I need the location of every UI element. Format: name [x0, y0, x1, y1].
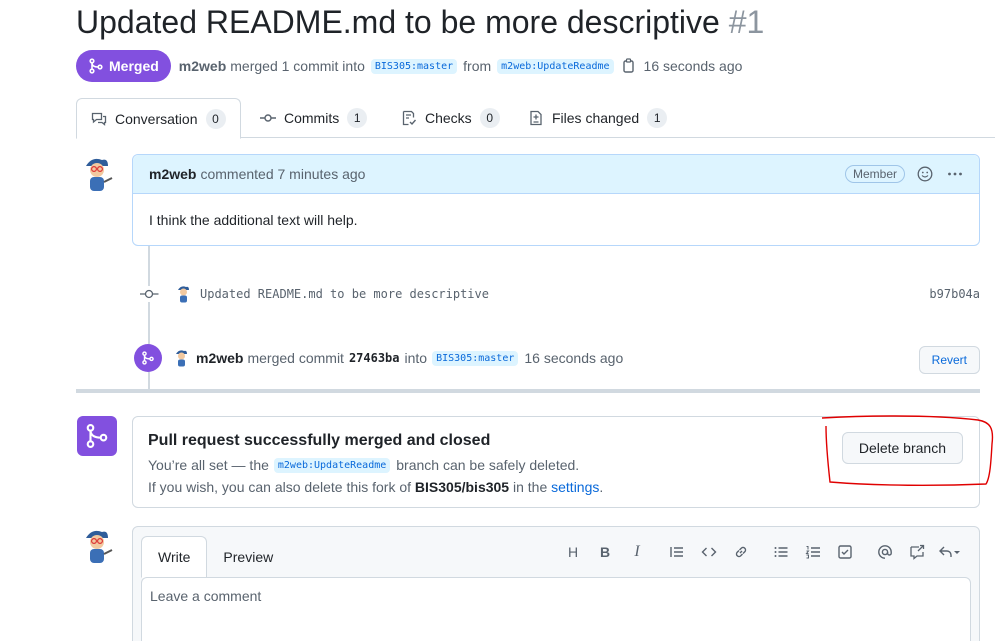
revert-button[interactable]: Revert: [918, 346, 980, 374]
tab-files-changed[interactable]: Files changed 1: [528, 98, 668, 138]
merge-status-box: Pull request successfully merged and clo…: [132, 416, 980, 508]
git-commit-icon: [138, 286, 160, 302]
line2-end: .: [599, 479, 604, 495]
state-label: Merged: [109, 58, 159, 74]
merge-time[interactable]: 16 seconds ago: [524, 350, 623, 366]
comment-textarea[interactable]: Leave a comment: [141, 577, 971, 641]
code-icon[interactable]: [693, 541, 725, 563]
comment-header: m2web commented 7 minutes ago Member: [133, 155, 979, 194]
line1-pre: You’re all set — the: [148, 457, 269, 473]
pr-time: 16 seconds ago: [643, 58, 743, 74]
pr-title-text: Updated README.md to be more descriptive: [76, 4, 720, 40]
git-merge-icon: [89, 58, 103, 74]
task-list-icon[interactable]: [829, 541, 861, 563]
avatar[interactable]: [78, 154, 118, 194]
avatar[interactable]: [172, 348, 192, 368]
git-merge-icon: [86, 424, 108, 448]
merge-event: m2web merged commit 27463ba into BIS305:…: [134, 343, 980, 374]
comment-discussion-icon: [91, 112, 107, 126]
checklist-icon: [402, 110, 417, 126]
line1-post: branch can be safely deleted.: [396, 457, 580, 473]
tab-label: Checks: [425, 110, 472, 126]
merge-status-line2: If you wish, you can also delete this fo…: [148, 479, 603, 495]
pr-number: #1: [728, 4, 765, 40]
pr-author-link[interactable]: m2web: [179, 58, 226, 74]
copy-icon[interactable]: [622, 58, 636, 74]
tab-label: Conversation: [115, 110, 198, 127]
merge-event-badge: [134, 344, 162, 372]
commit-item: Updated README.md to be more descriptive…: [138, 282, 980, 306]
into-text: into: [404, 350, 428, 366]
tab-label: Commits: [284, 110, 340, 126]
tab-label: Files changed: [552, 110, 640, 126]
tab-conversation[interactable]: Conversation 0: [76, 98, 241, 139]
tab-checks[interactable]: Checks 0: [401, 98, 500, 138]
member-badge: Member: [844, 165, 905, 183]
tab-commits[interactable]: Commits 1: [260, 98, 368, 138]
merge-status-heading: Pull request successfully merged and clo…: [148, 432, 491, 449]
pr-tabs: Conversation 0 Commits 1 Checks 0 Files …: [76, 98, 995, 139]
commit-message[interactable]: Updated README.md to be more descriptive: [200, 287, 489, 301]
merge-base-branch[interactable]: BIS305:master: [432, 350, 519, 366]
kebab-horizontal-icon[interactable]: [947, 166, 963, 182]
merge-text: merged commit: [247, 350, 344, 366]
tab-counter: 1: [347, 108, 368, 128]
tab-counter: 1: [647, 108, 668, 128]
smiley-icon[interactable]: [917, 166, 933, 182]
avatar[interactable]: [174, 284, 194, 304]
settings-link[interactable]: settings: [551, 479, 599, 495]
tab-preview[interactable]: Preview: [207, 536, 289, 577]
comment-body: I think the additional text will help.: [149, 212, 358, 228]
merge-commit-sha[interactable]: 27463ba: [349, 351, 400, 365]
pr-meta: Merged m2web merged 1 commit into BIS305…: [76, 50, 742, 82]
editor-tabs: Write Preview: [141, 536, 289, 578]
merge-status-line1: You’re all set — the m2web:UpdateReadme …: [148, 457, 579, 473]
fork-repo-name: BIS305/bis305: [414, 479, 510, 495]
cross-reference-icon[interactable]: [901, 541, 933, 563]
merge-summary: merged 1 commit into: [230, 58, 365, 74]
line2-pre: If you wish, you can also delete this fo…: [148, 479, 412, 495]
delete-branch-name[interactable]: m2web:UpdateReadme: [273, 457, 391, 473]
unordered-list-icon[interactable]: [765, 541, 797, 563]
comment-card: m2web commented 7 minutes ago Member I t…: [132, 154, 980, 246]
avatar[interactable]: [78, 526, 118, 566]
pr-title: Updated README.md to be more descriptive…: [76, 4, 764, 41]
comment-meta[interactable]: commented 7 minutes ago: [200, 166, 365, 182]
merged-status-icon: [77, 416, 117, 456]
ordered-list-icon[interactable]: [797, 541, 829, 563]
file-diff-icon: [530, 110, 542, 126]
markdown-toolbar: H B I: [557, 541, 965, 563]
base-branch[interactable]: BIS305:master: [370, 58, 458, 74]
reply-icon[interactable]: [933, 541, 965, 563]
link-icon[interactable]: [725, 541, 757, 563]
merge-author[interactable]: m2web: [196, 350, 243, 366]
git-commit-icon: [260, 114, 276, 122]
commit-sha[interactable]: b97b04a: [929, 287, 980, 301]
comment-editor: Write Preview H B I Leave a comment: [132, 526, 980, 641]
bold-icon[interactable]: B: [589, 541, 621, 563]
git-merge-icon: [142, 351, 154, 365]
from-text: from: [463, 58, 492, 74]
head-branch[interactable]: m2web:UpdateReadme: [497, 58, 614, 74]
tab-counter: 0: [205, 108, 226, 129]
line2-mid: in the: [512, 479, 548, 495]
italic-icon[interactable]: I: [621, 541, 653, 563]
timeline-divider: [76, 389, 980, 393]
tab-counter: 0: [479, 108, 500, 128]
comment-author[interactable]: m2web: [149, 166, 196, 182]
delete-branch-button[interactable]: Delete branch: [841, 432, 963, 464]
mention-icon[interactable]: [869, 541, 901, 563]
heading-icon[interactable]: H: [557, 541, 589, 563]
tab-write[interactable]: Write: [141, 536, 208, 578]
quote-icon[interactable]: [661, 541, 693, 563]
merged-state-badge: Merged: [76, 50, 171, 82]
